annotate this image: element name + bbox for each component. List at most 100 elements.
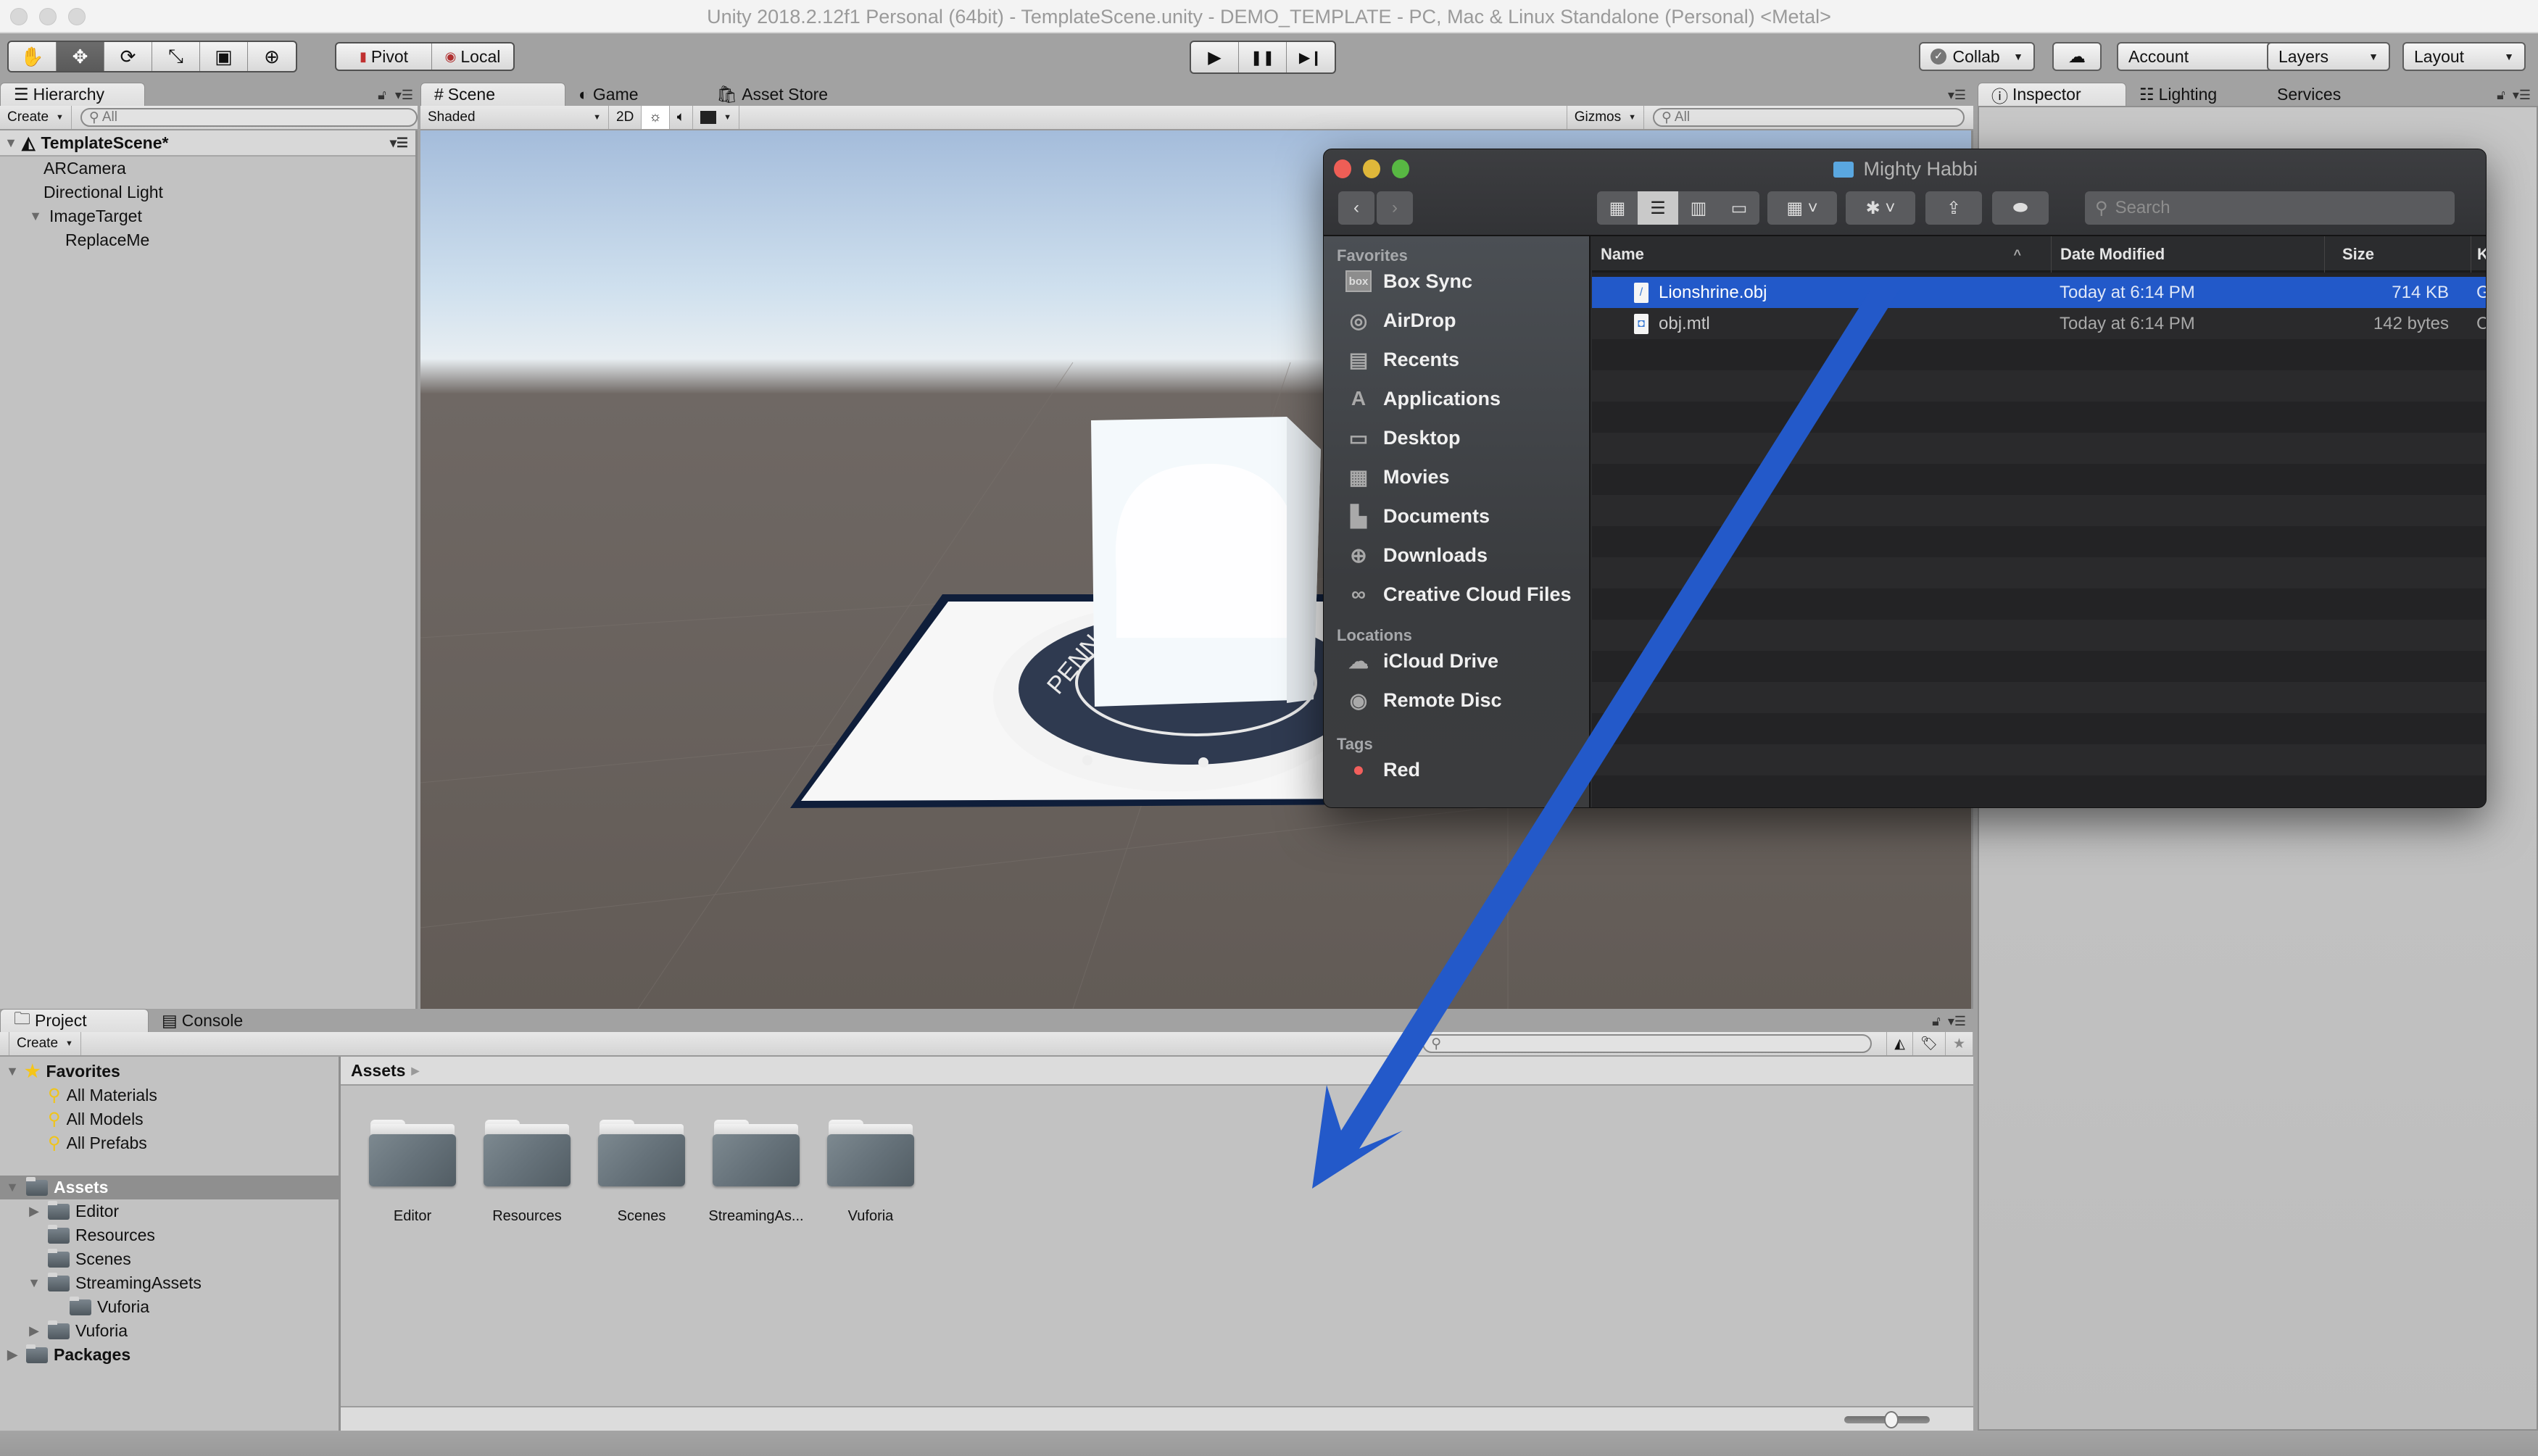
expand-triangle-icon[interactable]: ▼ xyxy=(26,1276,42,1291)
step-button[interactable]: ▶❙ xyxy=(1287,42,1335,72)
tab-services[interactable]: Services xyxy=(2264,83,2402,106)
forward-button[interactable]: › xyxy=(1377,191,1413,225)
account-dropdown[interactable]: Account ▼ xyxy=(2117,42,2291,71)
action-button[interactable]: ✱ ˅ xyxy=(1846,191,1915,225)
column-header-kind[interactable]: K xyxy=(2471,236,2486,273)
hand-tool-button[interactable]: ✋ xyxy=(9,42,57,71)
lighting-toggle[interactable]: ☼ xyxy=(642,106,670,129)
filter-by-type-button[interactable]: ◭ xyxy=(1886,1032,1913,1055)
local-button[interactable]: ◉ Local xyxy=(432,43,513,70)
back-button[interactable]: ‹ xyxy=(1338,191,1374,225)
slider-thumb[interactable] xyxy=(1883,1411,1899,1428)
project-tree-item[interactable]: Scenes xyxy=(0,1247,339,1271)
rotate-tool-button[interactable]: ⟳ xyxy=(104,42,152,71)
expand-triangle-icon[interactable]: ▼ xyxy=(3,136,19,151)
sidebar-item-downloads[interactable]: ⊕ Downloads xyxy=(1345,541,1488,570)
project-tree-item[interactable]: Resources xyxy=(0,1223,339,1247)
scene-root-row[interactable]: ▼ ◭ TemplateScene* ▾☰ xyxy=(0,130,415,157)
collab-dropdown[interactable]: ✓ Collab ▼ xyxy=(1919,42,2035,71)
effects-dropdown[interactable]: ▼ xyxy=(693,106,740,129)
finder-search-input[interactable]: ⚲ Search xyxy=(2085,191,2455,225)
sidebar-item-documents[interactable]: ▙ Documents xyxy=(1345,502,1490,531)
column-header-name[interactable]: Name ^ xyxy=(1601,236,2036,273)
sidebar-item-icloud-drive[interactable]: ☁ iCloud Drive xyxy=(1345,646,1498,675)
scene-search-input[interactable]: ⚲ All xyxy=(1653,108,1965,127)
move-tool-button[interactable]: ✥ xyxy=(57,42,104,71)
expand-triangle-icon[interactable]: ▼ xyxy=(4,1180,20,1195)
sidebar-item-movies[interactable]: ▦ Movies xyxy=(1345,462,1450,491)
favorite-search-item[interactable]: ⚲ All Materials xyxy=(0,1083,339,1107)
hierarchy-item[interactable]: ARCamera xyxy=(0,157,415,180)
cloud-button[interactable]: ☁ xyxy=(2052,42,2102,71)
asset-folder-item[interactable]: StreamingAs... xyxy=(702,1120,810,1225)
project-tree-item[interactable]: ▶ Vuforia xyxy=(0,1319,339,1343)
file-row[interactable]: ◘ obj.mtl Today at 6:14 PM 142 bytes C xyxy=(1592,308,2486,339)
breadcrumb-assets[interactable]: Assets xyxy=(351,1061,405,1081)
asset-folder-item[interactable]: Editor xyxy=(358,1120,467,1225)
hierarchy-item[interactable]: ReplaceMe xyxy=(0,228,415,252)
favorites-row[interactable]: ▼ ★ Favorites xyxy=(0,1060,339,1083)
play-button[interactable]: ▶ xyxy=(1191,42,1239,72)
panel-menu-icon[interactable]: ▾☰ xyxy=(2513,88,2531,103)
tab-asset-store[interactable]: 🛍 Asset Store xyxy=(703,83,877,106)
project-tree-item[interactable]: ▶ Packages xyxy=(0,1343,339,1367)
icon-view-button[interactable]: ▦ xyxy=(1597,191,1638,225)
list-view-button[interactable]: ☰ xyxy=(1638,191,1678,225)
transform-tool-button[interactable]: ⊕ xyxy=(248,42,296,71)
create-dropdown[interactable]: Create ▼ xyxy=(0,106,72,129)
favorite-search-item[interactable]: ⚲ All Prefabs xyxy=(0,1131,339,1155)
rect-tool-button[interactable]: ▣ xyxy=(200,42,248,71)
asset-folder-item[interactable]: Vuforia xyxy=(816,1120,925,1225)
favorite-search-item[interactable]: ⚲ All Models xyxy=(0,1107,339,1131)
gizmos-dropdown[interactable]: Gizmos ▼ xyxy=(1566,106,1644,129)
project-tree-item[interactable]: ▶ Editor xyxy=(0,1199,339,1223)
expand-triangle-icon[interactable]: ▶ xyxy=(26,1323,42,1339)
lock-icon[interactable]: 🔓︎ xyxy=(1932,1014,1941,1029)
sidebar-tag-red[interactable]: ● Red xyxy=(1345,755,1420,784)
panel-menu-icon[interactable]: ▾☰ xyxy=(395,88,413,103)
pause-button[interactable]: ❚❚ xyxy=(1239,42,1287,72)
expand-triangle-icon[interactable]: ▶ xyxy=(26,1204,42,1219)
panel-menu-icon[interactable]: ▾☰ xyxy=(1948,88,1966,103)
audio-toggle[interactable]: 🔈︎ xyxy=(670,106,694,129)
pivot-button[interactable]: ▮ Pivot xyxy=(336,43,432,70)
gallery-view-button[interactable]: ▭ xyxy=(1719,191,1759,225)
column-view-button[interactable]: ▥ xyxy=(1678,191,1719,225)
tab-hierarchy[interactable]: ☰ Hierarchy xyxy=(0,83,145,106)
shading-mode-dropdown[interactable]: Shaded ▼ xyxy=(420,106,609,129)
sidebar-item-remote-disc[interactable]: ◉ Remote Disc xyxy=(1345,686,1502,715)
expand-triangle-icon[interactable]: ▼ xyxy=(4,1064,20,1079)
tab-scene[interactable]: # Scene xyxy=(420,83,565,106)
column-header-date[interactable]: Date Modified xyxy=(2051,236,2323,273)
expand-triangle-icon[interactable]: ▼ xyxy=(28,209,43,224)
tab-lighting[interactable]: ☷ Lighting xyxy=(2126,83,2264,106)
sidebar-item-desktop[interactable]: ▭ Desktop xyxy=(1345,423,1461,452)
group-by-button[interactable]: ▦ ˅ xyxy=(1767,191,1837,225)
project-search-input[interactable]: ⚲ xyxy=(1422,1034,1873,1053)
2d-toggle[interactable]: 2D xyxy=(609,106,642,129)
column-header-size[interactable]: Size xyxy=(2324,236,2469,273)
tab-inspector[interactable]: ⓘ Inspector xyxy=(1978,83,2126,106)
share-button[interactable]: ⇪ xyxy=(1925,191,1982,225)
hierarchy-item[interactable]: Directional Light xyxy=(0,180,415,204)
project-tree-item[interactable]: ▼ StreamingAssets xyxy=(0,1271,339,1295)
layout-dropdown[interactable]: Layout ▼ xyxy=(2402,42,2526,71)
sidebar-item-box-sync[interactable]: box Box Sync xyxy=(1345,267,1472,296)
tags-button[interactable]: ⬬ xyxy=(1992,191,2049,225)
layers-dropdown[interactable]: Layers ▼ xyxy=(2267,42,2390,71)
asset-folder-item[interactable]: Resources xyxy=(473,1120,581,1225)
expand-triangle-icon[interactable]: ▶ xyxy=(4,1347,20,1363)
file-row[interactable]: / Lionshrine.obj Today at 6:14 PM 714 KB G xyxy=(1592,277,2486,308)
hierarchy-item[interactable]: ▼ ImageTarget xyxy=(0,204,415,228)
tab-project[interactable]: 🗀 Project xyxy=(0,1009,149,1032)
filter-by-label-button[interactable]: 🏷︎ xyxy=(1913,1032,1946,1055)
scene-menu-icon[interactable]: ▾☰ xyxy=(390,136,408,151)
save-search-button[interactable]: ★ xyxy=(1946,1032,1973,1055)
panel-menu-icon[interactable]: ▾☰ xyxy=(1948,1014,1966,1029)
sidebar-item-applications[interactable]: A Applications xyxy=(1345,384,1501,413)
lock-icon[interactable]: 🔓︎ xyxy=(378,88,386,103)
tab-console[interactable]: ▤ Console xyxy=(149,1009,297,1032)
sidebar-item-airdrop[interactable]: ◎ AirDrop xyxy=(1345,306,1456,335)
sidebar-item-recents[interactable]: ▤ Recents xyxy=(1345,345,1459,374)
icon-size-slider[interactable] xyxy=(1844,1411,1930,1428)
